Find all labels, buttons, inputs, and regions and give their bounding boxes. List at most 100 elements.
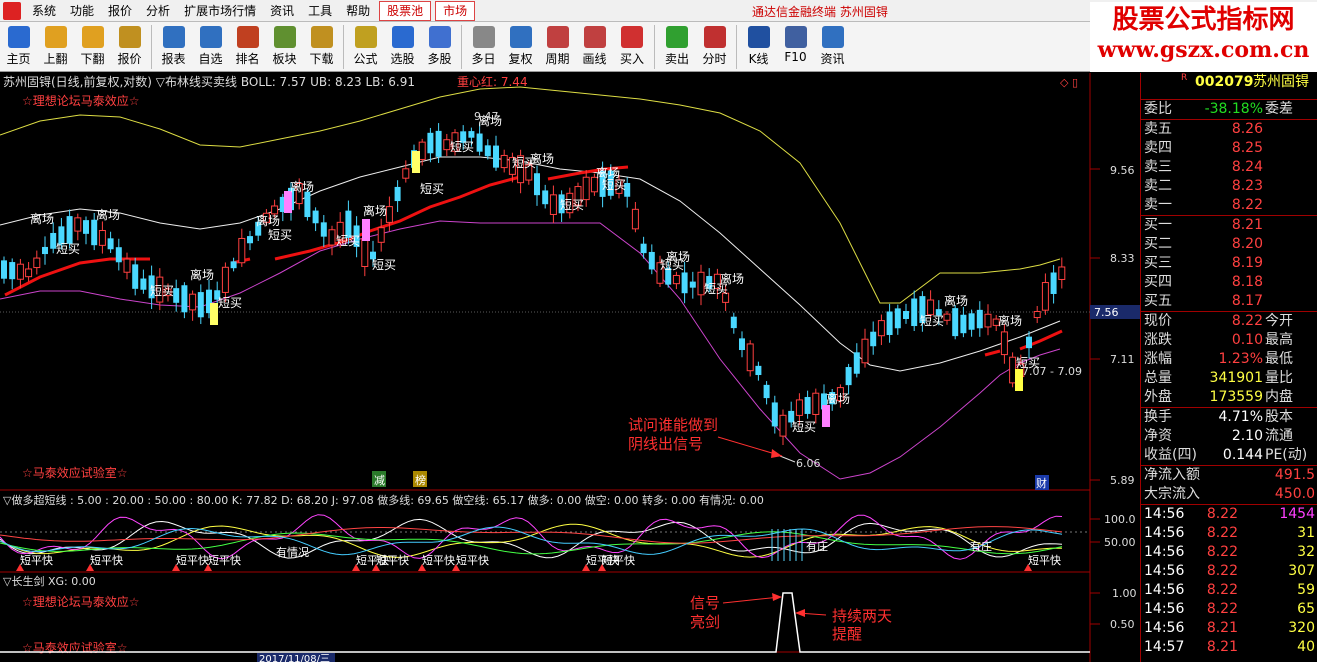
stock-code: 002079	[1195, 74, 1254, 90]
stock-name: 苏州固锝	[1253, 74, 1309, 90]
menu-extended-market[interactable]: 扩展市场行情	[177, 0, 263, 22]
candle-body	[689, 281, 696, 288]
intraday-button[interactable]: 分时	[696, 22, 733, 72]
period-label: 周期	[545, 52, 570, 66]
keep-label-2: 提醒	[832, 625, 862, 643]
bang-marker: 榜	[415, 473, 426, 487]
quote-header: R 002079 苏州固锝	[1141, 73, 1317, 92]
menu-tools[interactable]: 工具	[301, 0, 339, 22]
signal-label: 短买	[792, 420, 816, 434]
kline-chart[interactable]: 苏州固锝(日线,前复权,对数) ▽布林线买卖线 BOLL: 7.57 UB: 8…	[0, 73, 1140, 662]
signal-label: 离场	[256, 213, 280, 228]
draw-line-button[interactable]: 画线	[576, 22, 613, 72]
candle-body	[960, 314, 967, 334]
restore-right-button[interactable]: 复权	[502, 22, 539, 72]
stat-row: 涨幅 1.23% 最低	[1144, 351, 1293, 367]
home-button[interactable]: 主页	[0, 22, 37, 72]
formula-icon	[354, 26, 377, 48]
sub2-label-1: 1.00	[1112, 587, 1137, 600]
screener-label: 选股	[390, 52, 415, 66]
multi-day-button[interactable]: 多日	[465, 22, 502, 72]
keep-label-1: 持续两天	[832, 607, 892, 625]
ask-row: 卖五 8.26	[1144, 121, 1263, 137]
buy-label: 买入	[619, 52, 644, 66]
tab-market[interactable]: 市场	[435, 0, 476, 21]
kline-label: K线	[748, 52, 769, 66]
menu-quote[interactable]: 报价	[101, 0, 139, 22]
pagedown-button[interactable]: 下翻	[74, 22, 111, 72]
sub1-youqingkuang-3: 有庄	[970, 539, 992, 553]
menu-function[interactable]: 功能	[63, 0, 101, 22]
news-button[interactable]: 资讯	[814, 22, 851, 72]
annotation-line1: 试问谁能做到	[628, 416, 718, 434]
multi-stock-button[interactable]: 多股	[421, 22, 458, 72]
candle-body	[739, 338, 745, 351]
sector-button[interactable]: 板块	[266, 22, 303, 72]
sub1-youqingkuang-1: 有情况	[276, 545, 309, 559]
candle-body	[132, 264, 139, 289]
signal-candle	[210, 303, 218, 325]
stat2-row: 净资 2.10 流通	[1144, 428, 1293, 444]
watermark-bottom: ☆马泰效应试验室☆	[22, 465, 128, 480]
download-icon	[310, 26, 333, 48]
sell-icon	[666, 26, 688, 48]
menu-analysis[interactable]: 分析	[139, 0, 177, 22]
sell-button[interactable]: 卖出	[658, 22, 696, 72]
price-label-2: 8.33	[1110, 252, 1135, 265]
rank-button[interactable]: 排名	[229, 22, 266, 72]
signal-label: 离场	[290, 179, 314, 194]
tick-row: 14:56 8.22 31	[1144, 525, 1315, 541]
signal-label: 短买	[268, 228, 292, 242]
sub1-label-100: 100.0	[1104, 513, 1136, 526]
candle-body	[968, 313, 975, 330]
duanpingkuai-label: 短平快	[456, 553, 489, 567]
duanpingkuai-label: 短平快	[176, 553, 209, 567]
candle-body	[952, 308, 959, 337]
buy-button[interactable]: 买入	[613, 22, 651, 72]
kline-button[interactable]: K线	[740, 22, 777, 72]
brand-title: 股票公式指标网	[1112, 5, 1295, 35]
duanpingkuai-label: 短平快	[90, 553, 123, 567]
candle-body	[304, 191, 311, 218]
candle-body	[435, 130, 442, 157]
sub1-youqingkuang-2: 有庄	[806, 539, 828, 553]
formula-button[interactable]: 公式	[347, 22, 384, 72]
menu-system[interactable]: 系统	[25, 0, 63, 22]
menu-help[interactable]: 帮助	[339, 0, 377, 22]
signal-label: 短买	[920, 314, 944, 328]
menu-news[interactable]: 资讯	[263, 0, 301, 22]
report-button[interactable]: 报表	[155, 22, 192, 72]
quote-button[interactable]: 报价	[111, 22, 148, 72]
signal-label: 短买	[336, 234, 360, 248]
signal-candle	[412, 151, 420, 173]
tab-stock-pool[interactable]: 股票池	[379, 0, 432, 21]
candle-body	[484, 145, 491, 157]
chart-control-icon[interactable]: ◇ ▯	[1060, 76, 1078, 89]
pagedown-icon	[81, 26, 104, 48]
signal-label: 短买	[512, 156, 536, 170]
candle-body	[681, 272, 688, 294]
price-label-1: 9.56	[1110, 164, 1135, 177]
signal-label: 离场	[30, 211, 54, 226]
ask-row: 卖四 8.25	[1144, 140, 1263, 156]
stat2-row: 收益(四) 0.144 PE(动)	[1144, 447, 1308, 463]
pagedown-label: 下翻	[80, 52, 105, 66]
signal-candle	[362, 219, 370, 241]
download-button[interactable]: 下载	[303, 22, 340, 72]
candle-body	[672, 274, 680, 285]
period-button[interactable]: 周期	[539, 22, 576, 72]
candle-body	[1058, 266, 1066, 280]
candle-body	[247, 236, 253, 244]
screener-button[interactable]: 选股	[384, 22, 421, 72]
candle-body	[763, 384, 770, 399]
signal-label: 短买	[56, 242, 80, 256]
sig-label-1: 信号	[690, 594, 720, 612]
candle-body	[755, 365, 762, 376]
pageup-button[interactable]: 上翻	[37, 22, 74, 72]
candle-body	[402, 168, 410, 179]
candle-body	[534, 173, 540, 196]
f10-button[interactable]: F10	[777, 22, 814, 72]
bid-row: 买二 8.20	[1144, 236, 1263, 252]
flow-row: 净流入额 491.5	[1144, 467, 1315, 483]
favorite-button[interactable]: 自选	[192, 22, 229, 72]
